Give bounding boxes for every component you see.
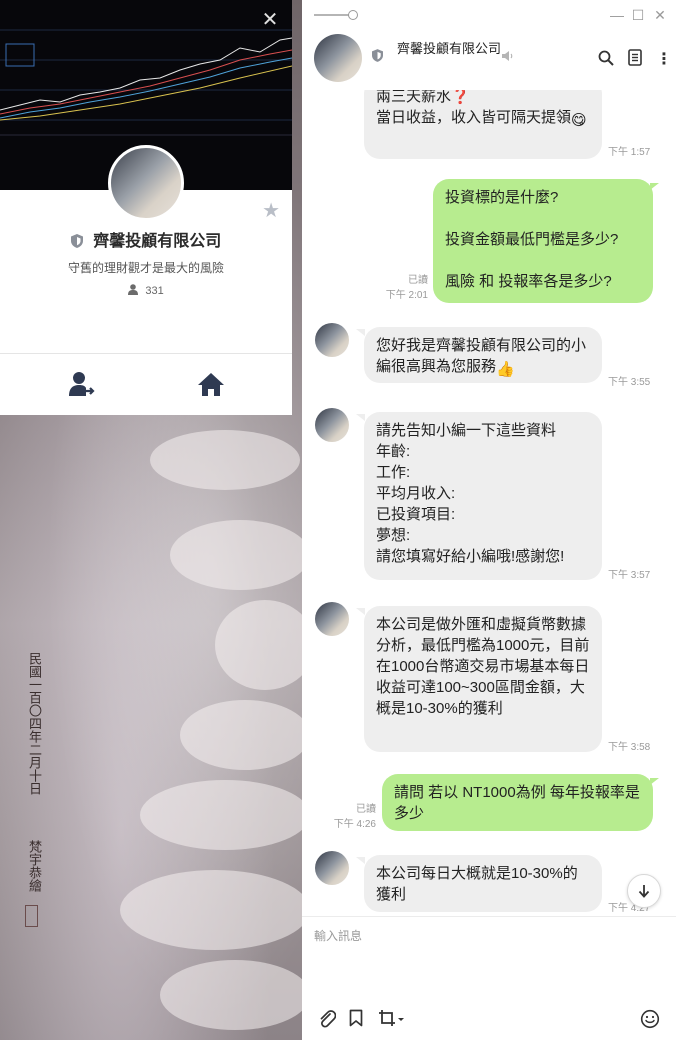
divider	[0, 353, 292, 354]
message-text: 本公司每日大概就是10-30%的獲利	[376, 865, 578, 903]
paperclip-icon[interactable]	[318, 1009, 336, 1029]
opacity-slider-handle[interactable]	[348, 10, 358, 20]
friend-count: 331	[145, 285, 164, 297]
message-time: 下午 2:01	[385, 290, 428, 301]
scroll-to-bottom-button[interactable]	[627, 874, 661, 908]
message-bubble[interactable]: 請先告知小編一下這些資料 年齡: 工作: 平均月收入: 已投資項目: 夢想: 請…	[364, 412, 602, 580]
message-bubble[interactable]: 兩三天薪水❓ 當日收益，收入皆可隔天提領😋	[364, 90, 602, 159]
profile-avatar[interactable]	[108, 145, 184, 221]
seal-stamp	[25, 905, 38, 927]
add-friend-icon[interactable]	[67, 370, 95, 398]
favorite-star-icon[interactable]: ★	[262, 198, 280, 223]
emoji-icon: 😋	[571, 112, 587, 129]
title-bar: — ☐ ✕	[302, 0, 676, 30]
cloud-decoration	[215, 600, 302, 690]
shield-icon	[372, 49, 383, 62]
close-profile-button[interactable]: ✕	[258, 8, 282, 32]
message-time: 下午 3:57	[608, 570, 651, 581]
message-incoming: 您好我是齊馨投顧有限公司的小編很高興為您服務👍 下午 3:55	[302, 323, 676, 388]
sender-avatar[interactable]	[315, 323, 349, 357]
message-outgoing: 請問 若以 NT1000為例 每年投報率是多少 已讀 下午 4:26	[302, 774, 676, 832]
message-composer	[302, 916, 676, 1040]
message-bubble[interactable]: 本公司每日大概就是10-30%的獲利	[364, 855, 602, 912]
message-incoming: 本公司每日大概就是10-30%的獲利 下午 4:27	[302, 851, 676, 916]
smiley-icon[interactable]	[640, 1009, 660, 1029]
message-bubble[interactable]: 您好我是齊馨投顧有限公司的小編很高興為您服務👍	[364, 327, 602, 383]
home-icon[interactable]	[197, 370, 225, 398]
bubble-tail	[356, 414, 365, 421]
read-receipt: 已讀	[356, 804, 376, 815]
chat-window: — ☐ ✕ 齊馨投顧有限公司 ⋮ 兩三天薪水❓ 當日收益，收入皆可隔天提領😋 下…	[302, 0, 676, 1040]
message-text: 本公司是做外匯和虛擬貨幣數據分析，最低門檻為1000元，目前在1000台幣適交易…	[376, 616, 590, 717]
message-text: 投資標的是什麼? 投資金額最低門檻是多少? 風險 和 投報率各是多少?	[445, 189, 619, 290]
chat-header: 齊馨投顧有限公司 ⋮	[302, 30, 676, 90]
message-outgoing: 投資標的是什麼? 投資金額最低門檻是多少? 風險 和 投報率各是多少? 已讀 下…	[302, 178, 676, 304]
shield-icon	[70, 234, 83, 248]
speaker-muted-icon	[502, 51, 513, 61]
message-time: 下午 1:57	[608, 147, 651, 158]
bookmark-icon[interactable]	[349, 1009, 363, 1027]
message-time: 下午 3:55	[608, 377, 651, 388]
wallpaper-signature: 梵宇恭繪	[26, 840, 41, 892]
message-text: 您好我是齊馨投顧有限公司的小編很高興為您服務	[376, 337, 587, 375]
maximize-button[interactable]: ☐	[628, 5, 648, 25]
profile-friend-count-row: 331	[0, 284, 292, 297]
message-incoming: 請先告知小編一下這些資料 年齡: 工作: 平均月收入: 已投資項目: 夢想: 請…	[302, 408, 676, 581]
message-input[interactable]	[314, 927, 664, 997]
cloud-decoration	[120, 870, 302, 950]
cloud-decoration	[170, 520, 302, 590]
crop-icon[interactable]	[378, 1009, 406, 1029]
profile-window-background: 民國一百〇四年二月十日 梵宇恭繪 ✕ ★ 齊馨投顧有限公司 守舊的理財觀才是最大…	[0, 0, 302, 1040]
message-text: 請問 若以 NT1000為例 每年投報率是多少	[394, 784, 640, 822]
profile-name: 齊馨投顧有限公司	[93, 233, 222, 250]
profile-status-message: 守舊的理財觀才是最大的風險	[67, 261, 224, 275]
bubble-tail	[356, 857, 365, 864]
sender-avatar[interactable]	[315, 851, 349, 885]
message-bubble[interactable]: 投資標的是什麼? 投資金額最低門檻是多少? 風險 和 投報率各是多少?	[433, 179, 653, 303]
chat-avatar[interactable]	[314, 34, 362, 82]
message-text: 請先告知小編一下這些資料 年齡: 工作: 平均月收入: 已投資項目: 夢想: 請…	[376, 422, 565, 565]
chat-title[interactable]: 齊馨投顧有限公司	[397, 41, 502, 57]
message-time: 下午 3:58	[608, 742, 651, 753]
cloud-decoration	[180, 700, 302, 770]
message-incoming: 兩三天薪水❓ 當日收益，收入皆可隔天提領😋 下午 1:57	[302, 90, 676, 160]
more-icon[interactable]: ⋮	[656, 49, 672, 69]
minimize-button[interactable]: —	[607, 5, 627, 25]
message-time: 下午 4:26	[333, 819, 376, 830]
wallpaper-inscription: 民國一百〇四年二月十日	[26, 652, 41, 795]
bubble-tail	[650, 778, 659, 785]
message-text: 兩三天薪水❓ 當日收益，收入皆可隔天提領	[376, 90, 572, 126]
close-window-button[interactable]: ✕	[650, 5, 670, 25]
sender-avatar[interactable]	[315, 602, 349, 636]
cloud-decoration	[140, 780, 302, 850]
profile-card: ✕ ★ 齊馨投顧有限公司 守舊的理財觀才是最大的風險 331	[0, 0, 292, 415]
bubble-tail	[356, 608, 365, 615]
sender-avatar[interactable]	[315, 408, 349, 442]
search-icon[interactable]	[598, 50, 614, 66]
person-icon	[128, 284, 139, 295]
read-receipt: 已讀	[408, 275, 428, 286]
cloud-decoration	[160, 960, 302, 1030]
notes-icon[interactable]	[628, 49, 642, 66]
message-incoming: 本公司是做外匯和虛擬貨幣數據分析，最低門檻為1000元，目前在1000台幣適交易…	[302, 602, 676, 753]
thumbs-up-icon: 👍	[496, 361, 515, 378]
cloud-decoration	[150, 430, 300, 490]
message-list[interactable]: 兩三天薪水❓ 當日收益，收入皆可隔天提領😋 下午 1:57 投資標的是什麼? 投…	[302, 90, 676, 916]
message-bubble[interactable]: 請問 若以 NT1000為例 每年投報率是多少	[382, 774, 653, 831]
arrow-down-icon	[638, 885, 650, 898]
message-bubble[interactable]: 本公司是做外匯和虛擬貨幣數據分析，最低門檻為1000元，目前在1000台幣適交易…	[364, 606, 602, 752]
bubble-tail	[356, 329, 365, 336]
profile-name-row: 齊馨投顧有限公司	[0, 227, 292, 251]
bubble-tail	[650, 183, 659, 190]
